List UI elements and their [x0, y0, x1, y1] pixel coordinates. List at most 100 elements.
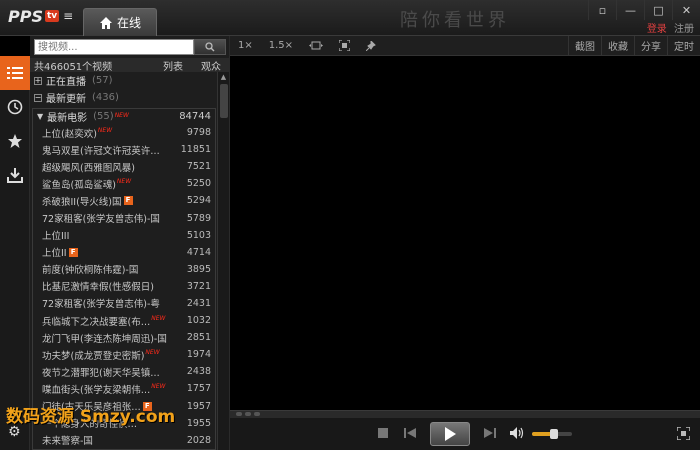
download-icon [7, 168, 23, 183]
list-item-count: 7521 [186, 161, 211, 173]
share-button[interactable]: 分享 [634, 35, 667, 56]
category-live[interactable]: + 正在直播 (57) [30, 72, 216, 89]
speed-1x-button[interactable]: 1× [230, 36, 261, 56]
list-item[interactable]: 比基尼激情幸假(性感假日) 3721 [33, 278, 215, 295]
channel-list-button[interactable] [0, 56, 30, 90]
scroll-thumb[interactable] [220, 84, 228, 118]
control-bar [230, 418, 700, 450]
register-link[interactable]: 注册 [674, 24, 694, 35]
logo-text: PPS [8, 6, 43, 26]
list-item-title: 前度(钟欣桐陈伟霆)-国 [42, 265, 139, 277]
list-item-title: 上位III [42, 231, 70, 243]
search-input[interactable] [34, 39, 194, 55]
scroll-up-icon[interactable]: ▲ [218, 72, 229, 82]
downloads-button[interactable] [0, 158, 30, 192]
screenshot-button[interactable]: 截图 [568, 35, 601, 56]
collapse-icon[interactable]: − [34, 93, 42, 102]
close-button[interactable]: ✕ [672, 0, 700, 20]
main-menu-icon[interactable]: ≡ [63, 9, 73, 23]
history-button[interactable] [0, 90, 30, 124]
tab-watchers[interactable]: 观众 [192, 58, 230, 73]
list-icon [7, 67, 23, 79]
new-badge: NEW [116, 178, 132, 186]
list-item[interactable]: 72家租客(张学友曾志伟)-国 5789 [33, 209, 215, 226]
search-bar [34, 39, 226, 55]
subcategory-box: ▼ 最新电影 (55) NEW 84744 上位(赵奕欢) NEW 9798 鬼马双星… [32, 108, 216, 450]
list-item-count: 2431 [186, 297, 211, 309]
channel-tree: + 正在直播 (57) − 最新更新 (436) ▼ 最新电影 (55) NEW… [30, 72, 216, 450]
list-item-title: 兵临城下之决战要塞(布… [42, 316, 151, 328]
list-item-title: 夜节之潜罪犯(谢天华吴镇… [42, 367, 160, 379]
minimize-button[interactable]: — [616, 0, 644, 20]
f-badge: F [68, 247, 78, 257]
volume-knob[interactable] [550, 429, 558, 439]
mini-mode-button[interactable]: ▫ [588, 0, 616, 20]
list-item-count: 5789 [186, 212, 211, 224]
list-item[interactable]: 超级飓风(西雅图风暴) 7521 [33, 158, 215, 175]
login-link[interactable]: 登录 [647, 24, 667, 35]
new-badge: NEW [114, 112, 129, 119]
list-item[interactable]: 夜节之潜罪犯(谢天华吴镇… 2438 [33, 363, 215, 380]
list-item-title: 比基尼激情幸假(性感假日) [42, 282, 154, 294]
list-item[interactable]: 龙门飞甲(李连杰陈坤周迅)-国 2851 [33, 329, 215, 346]
list-item-title: 未来警察-国 [42, 436, 93, 448]
list-item-count: 3721 [186, 280, 211, 292]
list-item-title: 鲨鱼岛(孤岛鲨魂) [42, 179, 116, 191]
collect-button[interactable]: 收藏 [601, 35, 634, 56]
list-item-title: 喋血街头(张学友梁朝伟… [42, 384, 151, 396]
fullscreen-mini-icon[interactable] [331, 36, 358, 56]
speed-1-5x-button[interactable]: 1.5× [261, 36, 301, 56]
subcategory-latest-movies[interactable]: ▼ 最新电影 (55) NEW 84744 [33, 109, 215, 124]
progress-bar[interactable] [230, 410, 700, 418]
tab-online[interactable]: 在线 [83, 8, 157, 36]
aspect-ratio-icon[interactable] [301, 36, 331, 56]
list-item-title: 龙门飞甲(李连杰陈坤周迅)-国 [42, 333, 167, 345]
new-badge: NEW [151, 315, 166, 323]
fullscreen-icon[interactable] [677, 427, 690, 440]
list-item-count: 5250 [186, 178, 211, 190]
list-item[interactable]: 功夫梦(成龙贾登史密斯) NEW 1974 [33, 346, 215, 363]
list-item[interactable]: 前度(钟欣桐陈伟霆)-国 3895 [33, 261, 215, 278]
star-icon [8, 134, 22, 148]
list-item[interactable]: 鲨鱼岛(孤岛鲨魂) NEW 5250 [33, 175, 215, 192]
list-item-count: 5294 [186, 195, 211, 207]
stop-icon[interactable] [378, 428, 388, 438]
category-latest[interactable]: − 最新更新 (436) [30, 89, 216, 106]
favorites-button[interactable] [0, 124, 30, 158]
timer-button[interactable]: 定时 [667, 35, 700, 56]
list-item[interactable]: 喋血街头(张学友梁朝伟… NEW 1757 [33, 380, 215, 397]
search-icon [205, 42, 215, 52]
list-item[interactable]: 兵临城下之决战要塞(布… NEW 1032 [33, 312, 215, 329]
tab-list[interactable]: 列表 [154, 58, 192, 73]
play-button[interactable] [430, 422, 470, 446]
list-item-title: 杀破狼II(导火线)国 [42, 196, 122, 208]
total-count: 共466051个视频 [34, 61, 113, 73]
volume-slider[interactable] [532, 429, 572, 439]
maximize-button[interactable]: □ [644, 0, 672, 20]
search-button[interactable] [194, 39, 226, 55]
list-item[interactable]: 杀破狼II(导火线)国 F 5294 [33, 192, 215, 209]
list-scrollbar[interactable]: ▲ [217, 72, 229, 450]
category-count: (57) [92, 75, 113, 86]
expand-icon[interactable]: + [34, 76, 42, 85]
next-icon[interactable] [484, 428, 496, 438]
pps-logo: PPS tv ≡ [8, 6, 73, 26]
new-badge: NEW [145, 349, 160, 357]
new-badge: NEW [97, 127, 113, 134]
list-item[interactable]: 未来警察-国 2028 [33, 432, 215, 449]
play-icon [445, 427, 456, 441]
video-area[interactable] [230, 56, 700, 410]
list-item[interactable]: 72家租客(张学友曾志伟)-粤 2431 [33, 295, 215, 312]
previous-icon[interactable] [404, 428, 416, 438]
list-item[interactable]: 上位II F 4714 [33, 244, 215, 261]
chevron-down-icon: ▼ [37, 112, 44, 121]
list-item[interactable]: 上位III 5103 [33, 227, 215, 244]
list-item-count: 2438 [186, 366, 211, 378]
player-toolbar: 1× 1.5× 截图 收藏 分享 定时 [230, 35, 700, 56]
list-item[interactable]: 上位(赵奕欢) NEW 9798 [33, 124, 215, 141]
volume-icon[interactable] [510, 427, 524, 439]
list-item-title: 超级飓风(西雅图风暴) [42, 162, 135, 174]
list-item-count: 1032 [186, 315, 211, 327]
pin-icon[interactable] [358, 36, 384, 56]
list-item[interactable]: 鬼马双星(许冠文许冠英许… 11851 [33, 141, 215, 158]
